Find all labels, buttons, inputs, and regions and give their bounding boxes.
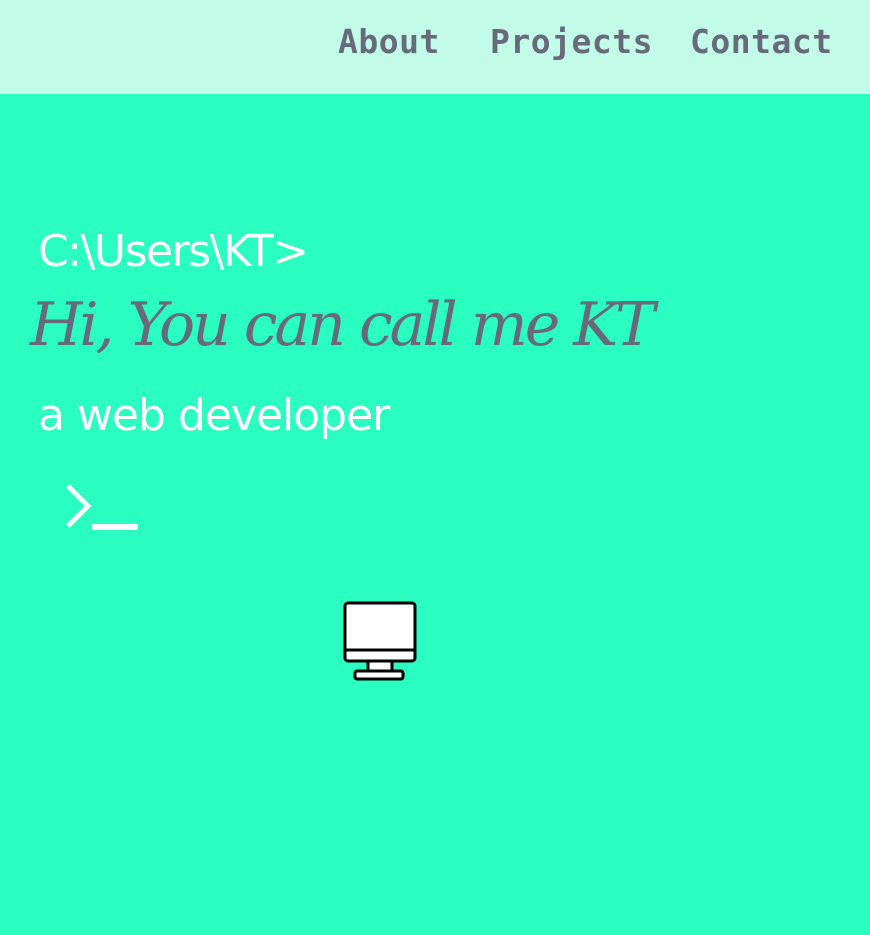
greeting-heading: Hi, You can call me KT: [30, 290, 655, 360]
role-subtitle: a web developer: [38, 390, 390, 441]
desktop-monitor-icon: [343, 601, 417, 681]
navbar: About Projects Contact: [0, 0, 870, 94]
nav-link-contact[interactable]: Contact: [690, 22, 833, 61]
nav-link-projects[interactable]: Projects: [490, 22, 653, 61]
terminal-prompt-icon: [66, 484, 138, 530]
nav-link-about[interactable]: About: [338, 22, 440, 61]
prompt-path: C:\Users\KT>: [38, 226, 309, 277]
